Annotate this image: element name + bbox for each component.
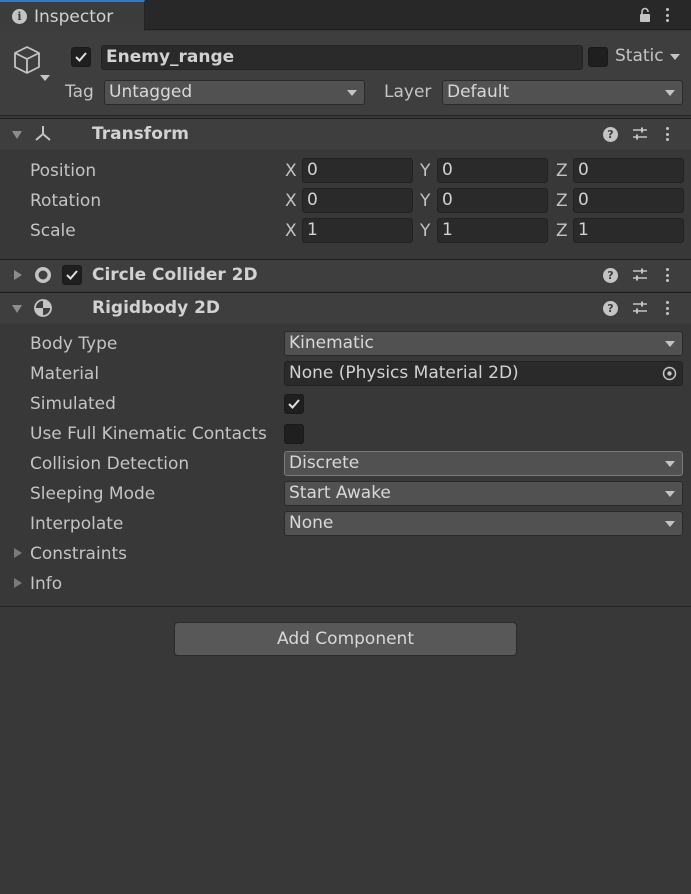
transform-foldout-icon[interactable] <box>12 131 22 139</box>
object-picker-icon[interactable] <box>662 366 677 381</box>
add-component-button[interactable]: Add Component <box>174 622 517 656</box>
help-icon[interactable]: ? <box>603 301 618 316</box>
tag-dropdown[interactable]: Untagged <box>104 80 365 105</box>
constraints-label[interactable]: Constraints <box>30 544 127 564</box>
window-menu-icon[interactable] <box>660 6 674 24</box>
circle-collider-icon <box>35 267 51 283</box>
rigidbody-title: Rigidbody 2D <box>92 298 221 318</box>
constraints-foldout-icon[interactable] <box>14 548 22 558</box>
scale-z-field[interactable]: 1 <box>573 218 684 243</box>
static-checkbox[interactable] <box>588 47 608 67</box>
rotation-label: Rotation <box>30 191 102 211</box>
sleeping-mode-value: Start Awake <box>289 483 391 503</box>
scale-x-field[interactable]: 1 <box>302 218 413 243</box>
gameobject-name-field[interactable]: Enemy_range <box>101 45 583 70</box>
body-type-dropdown[interactable]: Kinematic <box>284 331 683 356</box>
checkmark-icon <box>66 270 78 280</box>
chevron-down-icon <box>665 90 675 96</box>
full-kinematic-checkbox[interactable] <box>284 424 304 444</box>
rotation-y-field[interactable]: 0 <box>437 188 548 213</box>
circle-collider-foldout-icon[interactable] <box>14 270 22 280</box>
material-field[interactable]: None (Physics Material 2D) <box>284 361 683 386</box>
position-z-label[interactable]: Z <box>556 161 568 181</box>
interpolate-label: Interpolate <box>30 514 124 534</box>
scale-x-label[interactable]: X <box>285 221 297 241</box>
position-y-label[interactable]: Y <box>420 161 430 181</box>
scale-label: Scale <box>30 221 76 241</box>
position-label: Position <box>30 161 97 181</box>
position-y-field[interactable]: 0 <box>437 158 548 183</box>
circle-collider-menu-icon[interactable] <box>660 266 674 284</box>
rigidbody-icon <box>34 299 52 317</box>
collision-detection-dropdown[interactable]: Discrete <box>284 451 683 476</box>
layer-label: Layer <box>384 82 432 102</box>
interpolate-value: None <box>289 513 334 533</box>
help-icon[interactable]: ? <box>603 268 618 283</box>
rigidbody-menu-icon[interactable] <box>660 299 674 317</box>
info-foldout-icon[interactable] <box>14 578 22 588</box>
presets-icon[interactable] <box>632 267 648 283</box>
interpolate-dropdown[interactable]: None <box>284 511 683 536</box>
rotation-x-field[interactable]: 0 <box>302 188 413 213</box>
rigidbody-foldout-icon[interactable] <box>12 305 22 313</box>
tab-inspector-label: Inspector <box>34 6 114 27</box>
rotation-y-label[interactable]: Y <box>420 191 430 211</box>
icon-dropdown-arrow-icon[interactable] <box>40 75 50 81</box>
presets-icon[interactable] <box>632 300 648 316</box>
presets-icon[interactable] <box>632 126 648 142</box>
sleeping-mode-dropdown[interactable]: Start Awake <box>284 481 683 506</box>
scale-y-field[interactable]: 1 <box>437 218 548 243</box>
collision-detection-label: Collision Detection <box>30 454 190 474</box>
simulated-label: Simulated <box>30 394 116 414</box>
chevron-down-icon <box>665 341 675 347</box>
transform-menu-icon[interactable] <box>660 125 674 143</box>
transform-title: Transform <box>92 124 189 144</box>
tag-dropdown-value: Untagged <box>109 82 193 102</box>
help-icon[interactable]: ? <box>603 127 618 142</box>
rotation-x-label[interactable]: X <box>285 191 297 211</box>
tab-inspector[interactable]: i Inspector <box>0 0 145 31</box>
layer-dropdown-value: Default <box>447 82 510 102</box>
scale-y-label[interactable]: Y <box>420 221 430 241</box>
tag-label: Tag <box>65 82 94 102</box>
chevron-down-icon <box>665 461 675 467</box>
rotation-z-field[interactable]: 0 <box>573 188 684 213</box>
collision-detection-value: Discrete <box>289 453 360 473</box>
rotation-z-label[interactable]: Z <box>556 191 568 211</box>
transform-axes-icon <box>35 126 51 141</box>
position-x-field[interactable]: 0 <box>302 158 413 183</box>
full-kinematic-label: Use Full Kinematic Contacts <box>30 424 267 444</box>
circle-collider-title: Circle Collider 2D <box>92 265 258 285</box>
info-icon: i <box>12 9 27 24</box>
divider <box>0 606 691 607</box>
chevron-down-icon <box>665 491 675 497</box>
lock-icon[interactable] <box>639 7 651 23</box>
position-z-field[interactable]: 0 <box>573 158 684 183</box>
body-type-value: Kinematic <box>289 333 374 353</box>
info-label[interactable]: Info <box>30 574 62 594</box>
chevron-down-icon <box>665 521 675 527</box>
body-type-label: Body Type <box>30 334 118 354</box>
chevron-down-icon <box>347 90 357 96</box>
scale-z-label[interactable]: Z <box>556 221 568 241</box>
position-x-label[interactable]: X <box>285 161 297 181</box>
layer-dropdown[interactable]: Default <box>442 80 683 105</box>
simulated-checkbox[interactable] <box>284 394 304 414</box>
sleeping-mode-label: Sleeping Mode <box>30 484 156 504</box>
material-label: Material <box>30 364 100 384</box>
static-dropdown-arrow-icon[interactable] <box>670 54 680 60</box>
static-label[interactable]: Static <box>615 46 664 66</box>
checkmark-icon <box>75 52 87 62</box>
checkmark-icon <box>288 399 300 409</box>
add-component-label: Add Component <box>276 629 414 649</box>
gameobject-active-checkbox[interactable] <box>71 47 91 67</box>
gameobject-cube-icon[interactable] <box>12 44 42 76</box>
circle-collider-enabled-checkbox[interactable] <box>62 265 82 285</box>
